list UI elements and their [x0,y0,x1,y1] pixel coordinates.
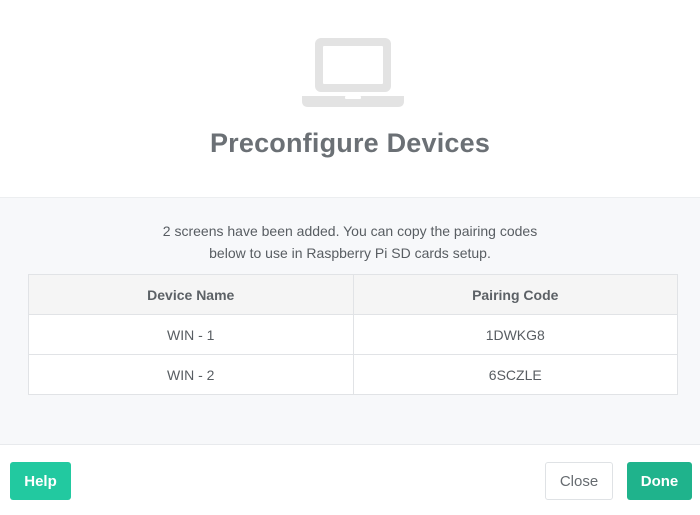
table-row: WIN - 1 1DWKG8 [28,314,678,355]
description-text: 2 screens have been added. You can copy … [0,220,700,264]
dialog-header: Preconfigure Devices [0,0,700,198]
pairing-code-cell: 1DWKG8 [352,314,678,355]
device-name-cell: WIN - 2 [28,354,354,395]
pairing-code-cell: 6SCZLE [352,354,678,395]
table-row: WIN - 2 6SCZLE [28,354,678,395]
description-line-2: below to use in Raspberry Pi SD cards se… [209,245,491,261]
dialog-title: Preconfigure Devices [209,128,491,158]
done-button[interactable]: Done [627,462,692,500]
dialog-body: 2 screens have been added. You can copy … [0,198,700,445]
device-name-cell: WIN - 1 [28,314,354,355]
help-button[interactable]: Help [10,462,71,500]
dialog-footer: Help Close Done [0,445,700,515]
table-header-row: Device Name Pairing Code [28,274,678,315]
close-button[interactable]: Close [545,462,613,500]
column-header-pairing-code: Pairing Code [352,274,678,315]
pairing-codes-table: Device Name Pairing Code WIN - 1 1DWKG8 … [28,274,678,395]
laptop-icon [302,38,404,107]
column-header-device-name: Device Name [28,274,354,315]
description-line-1: 2 screens have been added. You can copy … [162,223,538,239]
